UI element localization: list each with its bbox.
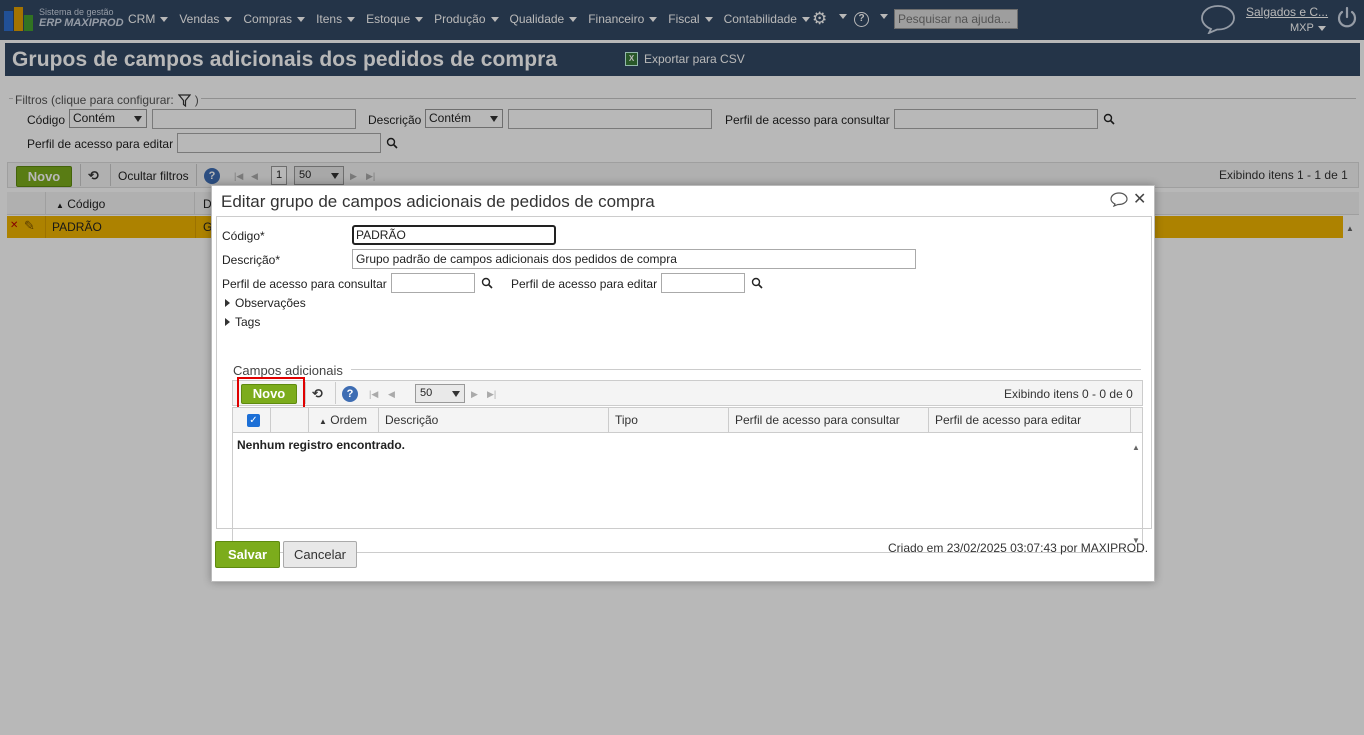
first-page-icon[interactable]: |◀ xyxy=(369,389,378,400)
prev-page-icon[interactable]: ◀ xyxy=(388,389,395,400)
perfil-editar-input[interactable] xyxy=(661,273,745,293)
descricao-input[interactable]: Grupo padrão de campos adicionais dos pe… xyxy=(352,249,916,269)
campos-grid-header: ✓ ▲ Ordem Descrição Tipo Perfil de acess… xyxy=(233,408,1142,433)
save-button[interactable]: Salvar xyxy=(215,541,280,568)
novo-highlight-box xyxy=(237,377,305,409)
next-page-icon[interactable]: ▶ xyxy=(471,389,478,400)
cancel-button[interactable]: Cancelar xyxy=(283,541,357,568)
scroll-up-arrow[interactable]: ▲ xyxy=(1132,443,1140,452)
column-tipo[interactable]: Tipo xyxy=(609,408,729,433)
chat-icon[interactable] xyxy=(1110,192,1128,207)
dialog-body: Código* PADRÃO Descrição* Grupo padrão d… xyxy=(216,216,1152,553)
created-info: Criado em 23/02/2025 03:07:43 por MAXIPR… xyxy=(888,541,1149,555)
perfil-consultar-label: Perfil de acesso para consultar xyxy=(222,277,387,291)
sort-asc-icon: ▲ xyxy=(319,417,327,426)
codigo-label: Código* xyxy=(222,229,265,243)
campos-toolbar: Novo ⟲ ? |◀ ◀ 50 ▶ ▶| Exibindo itens 0 -… xyxy=(232,380,1143,406)
descricao-label: Descrição* xyxy=(222,253,281,267)
caret-right-icon xyxy=(225,318,230,326)
column-descricao[interactable]: Descrição xyxy=(379,408,609,433)
campos-per-page-select[interactable]: 50 xyxy=(415,384,465,403)
observacoes-expander[interactable]: Observações xyxy=(225,296,306,310)
search-icon[interactable] xyxy=(751,277,763,289)
caret-right-icon xyxy=(225,299,230,307)
column-ordem[interactable]: ▲ Ordem xyxy=(309,408,379,433)
campos-grid: ✓ ▲ Ordem Descrição Tipo Perfil de acess… xyxy=(232,407,1143,553)
close-icon[interactable]: ✕ xyxy=(1133,189,1146,209)
empty-message: Nenhum registro encontrado. xyxy=(237,438,406,452)
chevron-down-icon xyxy=(452,391,460,397)
column-perfil-editar[interactable]: Perfil de acesso para editar xyxy=(929,408,1131,433)
column-perfil-consultar[interactable]: Perfil de acesso para consultar xyxy=(729,408,929,433)
help-icon[interactable]: ? xyxy=(342,386,358,402)
refresh-icon[interactable]: ⟲ xyxy=(312,386,323,402)
campos-items-count: Exibindo itens 0 - 0 de 0 xyxy=(1004,387,1133,401)
section-campos-adicionais: Campos adicionais xyxy=(233,363,345,378)
tags-expander[interactable]: Tags xyxy=(225,315,260,329)
search-icon[interactable] xyxy=(481,277,493,289)
edit-dialog: Editar grupo de campos adicionais de ped… xyxy=(211,185,1155,582)
last-page-icon[interactable]: ▶| xyxy=(487,389,496,400)
select-all-checkbox[interactable]: ✓ xyxy=(247,414,260,427)
perfil-editar-label: Perfil de acesso para editar xyxy=(511,277,658,291)
perfil-consultar-input[interactable] xyxy=(391,273,475,293)
codigo-input[interactable]: PADRÃO xyxy=(352,225,556,245)
dialog-title: Editar grupo de campos adicionais de ped… xyxy=(221,192,655,211)
